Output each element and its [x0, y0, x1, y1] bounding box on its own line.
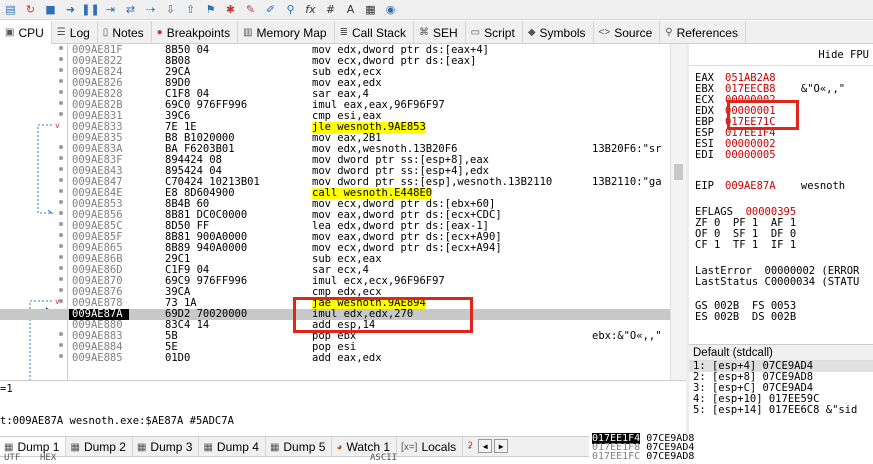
register-value: 009AE87A [725, 180, 776, 192]
register-row-eip[interactable]: EIP 009AE87A wesnoth [695, 181, 845, 192]
annotation-box-instruction [293, 297, 473, 333]
references-icon: ⚲ [665, 27, 673, 38]
run-icon[interactable]: ➜ [62, 2, 79, 18]
tab-memory-map[interactable]: ▥ Memory Map [238, 21, 335, 44]
tab-scroll-right-button[interactable]: ▶ [494, 439, 509, 453]
comment-icon[interactable]: ✎ [242, 2, 259, 18]
breakpoint-icon: ● [156, 27, 163, 38]
disasm-comment: 13B20F6:"sr [592, 143, 662, 155]
stack-row[interactable]: 017EE1FC 07CE9AD8 [589, 452, 873, 462]
disasm-row[interactable]: 009AE885 01D0 add eax,edx [0, 353, 686, 364]
info-line-2: t:009AE87A wesnoth.exe:$AE87A #5ADC7A [0, 415, 234, 427]
symbols-icon: ◆ [527, 27, 536, 38]
last-status-row[interactable]: LastStatus C0000034 (STATU [695, 277, 859, 288]
tab-call-stack[interactable]: ≣ Call Stack [335, 21, 414, 44]
patch-icon[interactable]: ⚑ [202, 2, 219, 18]
calculator-icon[interactable]: ▦ [362, 2, 379, 18]
calling-convention-select[interactable]: Default (stdcall) [689, 345, 873, 361]
segment-text: ES 002B DS 002B [695, 311, 797, 323]
disasm-instruction: add eax,edx [312, 352, 382, 364]
hide-fpu-button[interactable]: Hide FPU [689, 44, 873, 66]
last-status-text: LastStatus C0000034 (STATU [695, 276, 860, 288]
register-annotation: wesnoth [800, 180, 846, 192]
callstack-icon: ≣ [339, 27, 348, 38]
open-icon[interactable]: ▤ [2, 2, 19, 18]
tab-notes[interactable]: ▯ Notes [98, 21, 152, 44]
step-out-icon[interactable]: ⇢ [142, 2, 159, 18]
flags-row[interactable]: CF 1 TF 1 IF 1 [695, 240, 796, 251]
close-icon[interactable]: ■ [42, 2, 59, 18]
step-over-icon[interactable]: ⇄ [122, 2, 139, 18]
call-arguments-panel: Default (stdcall) 1: [esp+4] 07CE9AD4 2:… [689, 344, 873, 436]
main-toolbar: ▤ ↻ ■ ➜ ❚❚ ⇥ ⇄ ⇢ ⇩ ⇧ ⚑ ✱ ✎ ✐ ⚲ fx # A ▦ … [0, 0, 873, 20]
locals-icon: [x=] [401, 441, 418, 453]
disasm-bytes: 01D0 [165, 352, 191, 364]
pause-icon[interactable]: ❚❚ [81, 2, 99, 18]
disassembly-view[interactable]: v v 009AE81F 8B50 04 mov edx,dword ptr ds:… [0, 44, 686, 380]
tab-seh[interactable]: ⌘ SEH [414, 21, 466, 44]
hash-icon[interactable]: # [322, 2, 339, 18]
register-value: 00000005 [725, 149, 776, 161]
register-annotation: &"O«,," [800, 83, 846, 95]
bug-icon[interactable]: ✱ [222, 2, 239, 18]
register-name: EIP [695, 180, 714, 192]
dump-icon: ▦ [4, 441, 14, 453]
notes-icon: ▯ [102, 27, 109, 38]
restart-icon[interactable]: ↻ [22, 2, 39, 18]
tab-log[interactable]: ☰ Log [52, 21, 98, 44]
dump-icon: ▦ [136, 441, 147, 453]
run-to-user-icon[interactable]: ⇩ [162, 2, 179, 18]
stack-view[interactable]: 017EE1F4 07CE9AD8 017EE1F8 07CE9AD4 017E… [589, 433, 873, 464]
memory-icon: ▥ [243, 27, 253, 38]
tab-dump-2[interactable]: ▦ Dump 2 [66, 437, 133, 457]
disasm-address: 009AE885 [72, 352, 123, 364]
tab-source[interactable]: <> Source [594, 21, 661, 44]
tab-references[interactable]: ⚲ References [660, 21, 746, 44]
log-icon: ☰ [56, 27, 66, 38]
dump-icon: ▦ [269, 441, 280, 453]
bookmark-icon[interactable]: ⚲ [282, 2, 299, 18]
globe-icon[interactable]: ◉ [382, 2, 399, 18]
function-icon[interactable]: fx [302, 2, 319, 18]
info-line-1: =1 [0, 383, 13, 395]
disasm-comment: 13B2110:"ga [592, 176, 662, 188]
disasm-scrollbar[interactable] [670, 44, 686, 380]
dump-tabs: ▦ Dump 1 ▦ Dump 2 ▦ Dump 3 ▦ Dump 4 ▦ Dump 5 … [0, 436, 589, 457]
settings-icon[interactable]: A [342, 2, 359, 18]
step-into-icon[interactable]: ⇥ [102, 2, 119, 18]
dump-header: UTF HEX ASCII [0, 453, 589, 464]
tab-symbols[interactable]: ◆ Symbols [523, 21, 594, 44]
trace-icon[interactable]: ⇧ [182, 2, 199, 18]
arg-row[interactable]: 5: [esp+14] 017EE6C8 &"sid [689, 405, 873, 416]
info-pane: =1 t:009AE87A wesnoth.exe:$AE87A #5ADC7A [0, 380, 686, 436]
register-name: EDI [695, 149, 714, 161]
tab-script[interactable]: ▭ Script [466, 21, 523, 44]
struct-icon[interactable]: ʡ [467, 441, 473, 452]
tab-locals[interactable]: [x=] Locals [397, 437, 464, 457]
tab-dump-4[interactable]: ▦ Dump 4 [199, 437, 266, 457]
tab-dump-5[interactable]: ▦ Dump 5 [266, 437, 333, 457]
tab-cpu[interactable]: ▣ CPU [0, 21, 52, 44]
registers-panel: Hide FPU EAX 051AB2A8 EBX 017EECB8 &"O«,,"… [689, 44, 873, 344]
tab-breakpoints[interactable]: ● Breakpoints [152, 21, 239, 44]
dump-icon: ▦ [70, 441, 80, 453]
seh-icon: ⌘ [418, 27, 429, 38]
tab-scroll-left-button[interactable]: ◀ [478, 439, 493, 453]
tab-dump-3[interactable]: ▦ Dump 3 [133, 437, 200, 457]
source-icon: <> [598, 27, 611, 38]
register-row[interactable]: EDI 00000005 [695, 150, 801, 161]
watch-icon: ◕ [336, 441, 343, 453]
main-tabs: ▣ CPU ☰ Log ▯ Notes ● Breakpoints ▥ Memory Ma… [0, 21, 873, 44]
dump-icon: ▦ [203, 441, 213, 453]
label-icon[interactable]: ✐ [262, 2, 279, 18]
cpu-icon: ▣ [5, 27, 15, 38]
segment-row[interactable]: ES 002B DS 002B [695, 312, 796, 323]
flags-text: CF 1 TF 1 IF 1 [695, 239, 797, 251]
disasm-comment: ebx:&"O«,," [592, 330, 662, 342]
script-icon: ▭ [470, 27, 481, 38]
annotation-box-registers [727, 100, 799, 130]
